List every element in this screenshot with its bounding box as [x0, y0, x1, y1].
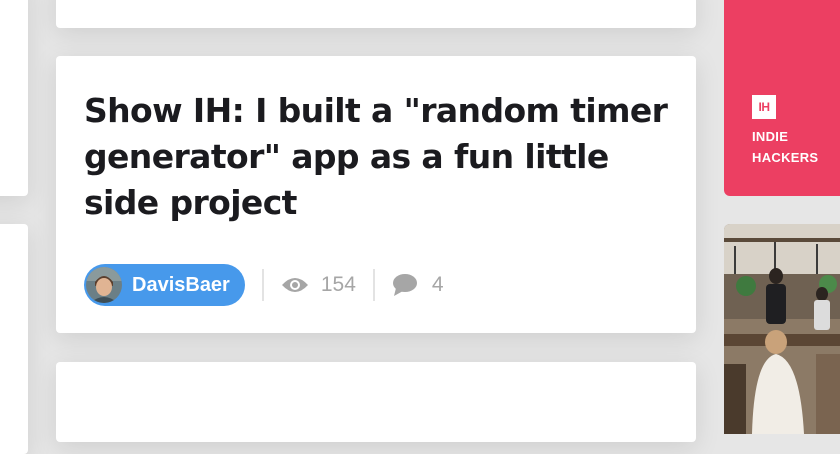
- views-value: 154: [320, 273, 356, 296]
- ad-line-2: HACKERS: [752, 150, 819, 165]
- sidebar-photo[interactable]: [724, 224, 840, 434]
- avatar: [86, 267, 122, 303]
- ih-logo: IH: [752, 95, 776, 119]
- eye-icon: [281, 276, 309, 294]
- author-name: DavisBaer: [132, 273, 230, 296]
- post-card[interactable]: Show IH: I built a "random timer generat…: [56, 56, 696, 333]
- comments-count[interactable]: 4: [392, 273, 444, 297]
- post-meta: DavisBaer 154 4: [84, 264, 444, 306]
- author-pill[interactable]: DavisBaer: [84, 264, 245, 306]
- views-count: 154: [281, 273, 356, 297]
- indie-hackers-ad[interactable]: IH INDIE HACKERS: [724, 0, 840, 196]
- partial-card-left-top: [0, 0, 28, 196]
- previous-post-card[interactable]: [56, 0, 696, 28]
- comments-value: 4: [431, 273, 444, 296]
- ad-line-1: INDIE: [752, 129, 789, 144]
- next-post-card[interactable]: [56, 362, 696, 442]
- speech-bubble-icon: [392, 273, 418, 297]
- meta-divider: [372, 269, 375, 301]
- meta-divider: [261, 269, 264, 301]
- post-title[interactable]: Show IH: I built a "random timer generat…: [84, 88, 674, 226]
